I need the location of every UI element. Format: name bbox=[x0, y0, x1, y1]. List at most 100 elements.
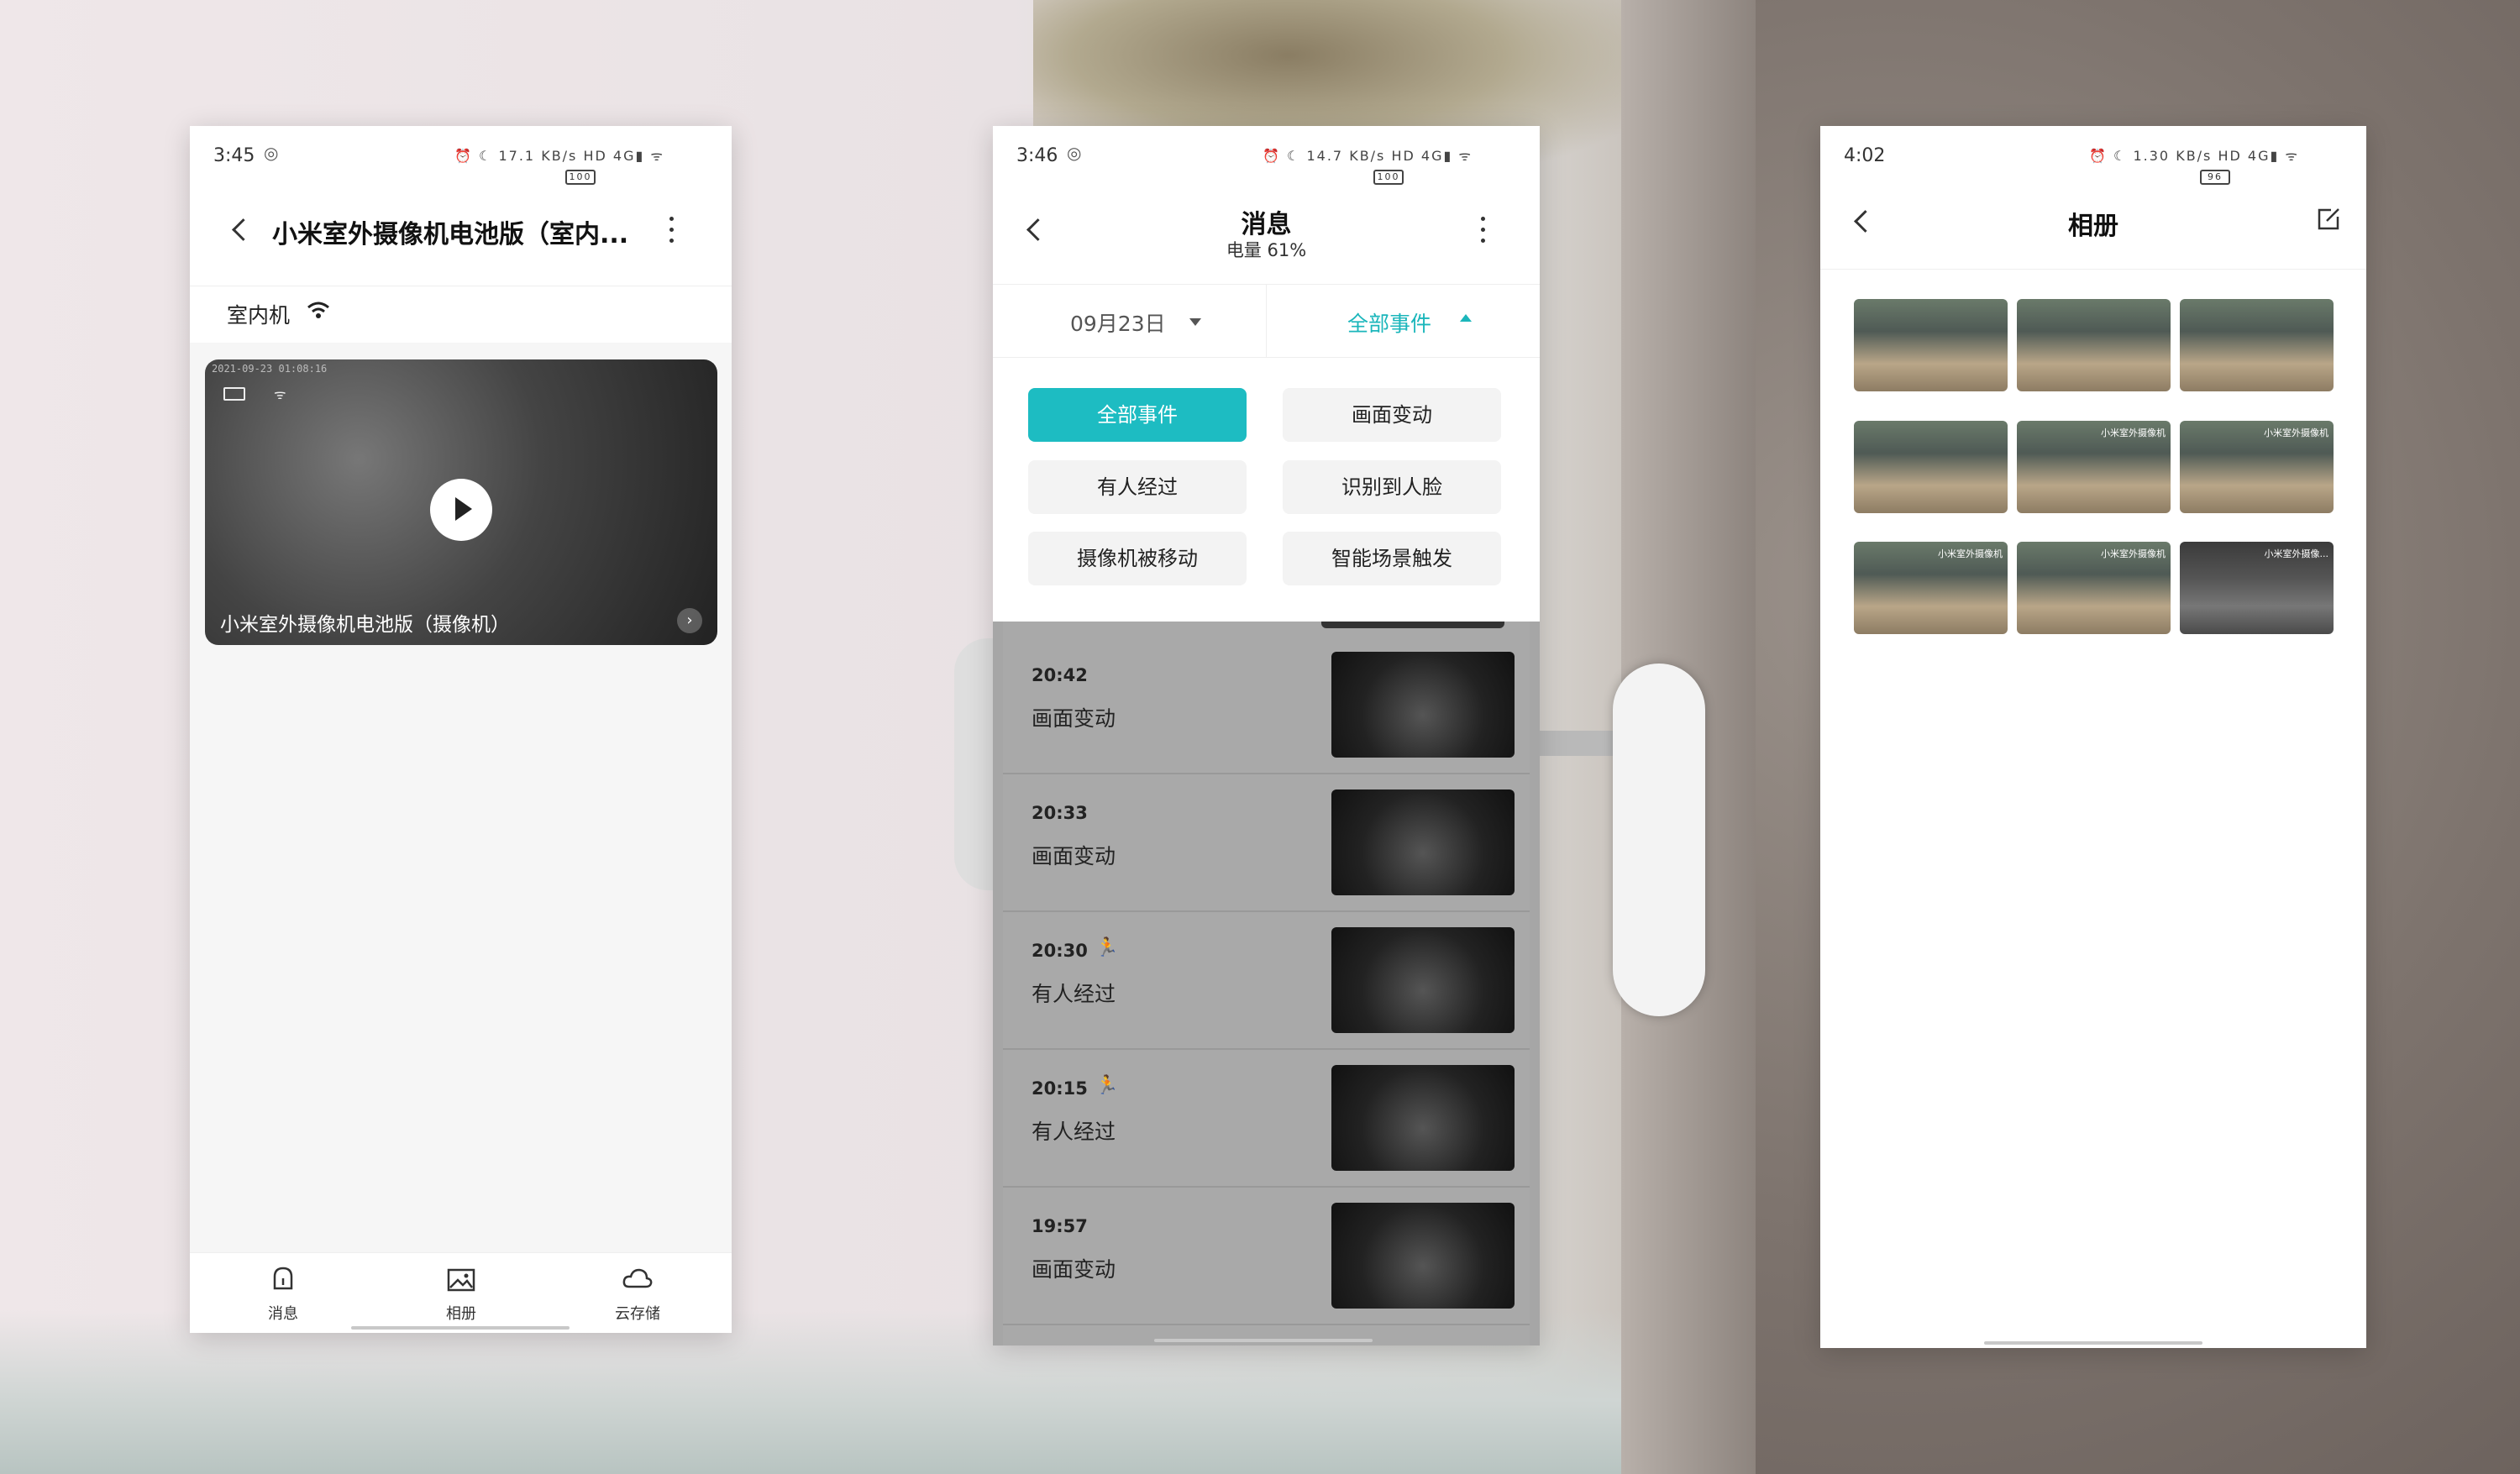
camera-wall-mount bbox=[1613, 664, 1705, 1016]
wifi-icon bbox=[307, 302, 329, 318]
home-indicator bbox=[351, 1326, 570, 1330]
camera-video-card[interactable]: 2021-09-23 01:08:16 ᯤ 小米室外摄像机电池版（摄像机） › bbox=[205, 359, 717, 645]
network-type: 4G bbox=[2247, 148, 2271, 164]
tab-album[interactable]: 相册 bbox=[415, 1262, 507, 1324]
battery-indicator: 96 bbox=[2200, 170, 2230, 185]
list-item[interactable]: 20:33 画面变动 bbox=[1003, 774, 1530, 912]
event-type: 有人经过 bbox=[1032, 1120, 1116, 1144]
more-menu-icon[interactable] bbox=[1474, 213, 1491, 247]
chip-person[interactable]: 有人经过 bbox=[1028, 460, 1247, 514]
event-thumbnail[interactable] bbox=[1331, 652, 1515, 758]
more-menu-icon[interactable] bbox=[663, 213, 680, 247]
list-item[interactable]: 20:30 🏃 有人经过 bbox=[1003, 912, 1530, 1050]
edit-icon[interactable] bbox=[2316, 207, 2341, 232]
album-thumbnail[interactable]: 小米室外摄像机 bbox=[2017, 542, 2171, 634]
album-thumbnail[interactable]: 小米室外摄像... bbox=[2180, 542, 2334, 634]
chevron-right-icon[interactable]: › bbox=[677, 608, 702, 633]
status-time: 4:02 bbox=[1844, 145, 1886, 166]
status-bar: 3:46 ◎ ⏰ ☾ 14.7 KB/s HD 4G▮ ᯤ 100 bbox=[993, 126, 1540, 185]
page-title: 消息 bbox=[1241, 210, 1292, 239]
running-person-icon: 🏃 bbox=[1095, 1075, 1119, 1096]
event-time: 20:15 bbox=[1032, 1078, 1088, 1099]
messages-screen: 20:42 画面变动 20:33 画面变动 20:30 🏃 有人经过 20:15… bbox=[993, 126, 1540, 1345]
album-thumbnail[interactable] bbox=[2017, 299, 2171, 391]
event-list: 20:42 画面变动 20:33 画面变动 20:30 🏃 有人经过 20:15… bbox=[1003, 622, 1530, 1345]
status-icons: ⏰ ☾ 1.30 KB/s HD 4G▮ ᯤ 96 bbox=[2089, 146, 2299, 185]
tab-messages[interactable]: 消息 bbox=[237, 1262, 329, 1324]
chat-icon: ◎ bbox=[1067, 143, 1082, 163]
back-icon[interactable] bbox=[223, 213, 257, 247]
event-type: 有人经过 bbox=[1032, 982, 1116, 1006]
battery-level: 电量 61% bbox=[1226, 240, 1307, 260]
date-filter[interactable]: 09月23日 bbox=[1070, 307, 1166, 338]
net-speed: 17.1 KB/s bbox=[498, 148, 578, 164]
bell-icon bbox=[273, 1267, 293, 1290]
status-icons: ⏰ ☾ 14.7 KB/s HD 4G▮ ᯤ 100 bbox=[1263, 146, 1473, 185]
status-bar: 4:02 ⏰ ☾ 1.30 KB/s HD 4G▮ ᯤ 96 bbox=[1820, 126, 2366, 185]
event-thumbnail[interactable] bbox=[1331, 1203, 1515, 1309]
album-screen: 4:02 ⏰ ☾ 1.30 KB/s HD 4G▮ ᯤ 96 相册 小米室外摄像… bbox=[1820, 126, 2366, 1348]
tab-label: 相册 bbox=[446, 1305, 476, 1323]
battery-indicator: 100 bbox=[1373, 170, 1404, 185]
partial-thumbnail bbox=[1321, 622, 1504, 628]
bottom-tab-bar: 消息 相册 云存储 bbox=[190, 1252, 732, 1333]
album-icon bbox=[447, 1268, 475, 1292]
list-item[interactable]: 20:42 画面变动 bbox=[1003, 637, 1530, 774]
network-type: 4G bbox=[612, 148, 636, 164]
album-thumbnail[interactable]: 小米室外摄像机 bbox=[1854, 542, 2008, 634]
event-thumbnail[interactable] bbox=[1331, 789, 1515, 895]
event-time: 20:30 bbox=[1032, 941, 1088, 961]
chip-face[interactable]: 识别到人脸 bbox=[1283, 460, 1501, 514]
video-caption: 小米室外摄像机电池版（摄像机） bbox=[220, 614, 510, 636]
net-speed: 1.30 KB/s bbox=[2133, 148, 2213, 164]
album-thumbnail[interactable] bbox=[1854, 421, 2008, 513]
network-type: 4G bbox=[1420, 148, 1444, 164]
event-time: 19:57 bbox=[1032, 1216, 1088, 1236]
divider bbox=[1266, 285, 1267, 357]
event-time: 20:33 bbox=[1032, 803, 1088, 823]
status-bar: 3:45 ◎ ⏰ ☾ 17.1 KB/s HD 4G▮ ᯤ 100 bbox=[190, 126, 732, 185]
event-time: 20:42 bbox=[1032, 665, 1088, 685]
album-thumbnail[interactable] bbox=[1854, 299, 2008, 391]
list-item[interactable]: 20:15 🏃 有人经过 bbox=[1003, 1050, 1530, 1188]
chip-smart-scene[interactable]: 智能场景触发 bbox=[1283, 532, 1501, 585]
camera-wifi-icon: ᯤ bbox=[274, 386, 286, 402]
home-indicator bbox=[1154, 1339, 1373, 1342]
tab-cloud-storage[interactable]: 云存储 bbox=[591, 1262, 684, 1324]
chip-all-events[interactable]: 全部事件 bbox=[1028, 388, 1247, 442]
event-type: 画面变动 bbox=[1032, 1257, 1116, 1282]
status-time: 3:45 bbox=[213, 145, 255, 166]
page-title: 相册 bbox=[2068, 212, 2118, 241]
page-title: 小米室外摄像机电池版（室内... bbox=[272, 220, 629, 249]
event-type: 画面变动 bbox=[1032, 706, 1116, 731]
chip-motion[interactable]: 画面变动 bbox=[1283, 388, 1501, 442]
play-button[interactable] bbox=[430, 479, 492, 541]
tab-label: 消息 bbox=[268, 1305, 298, 1323]
event-filter[interactable]: 全部事件 bbox=[1347, 307, 1431, 338]
cloud-icon bbox=[622, 1268, 653, 1288]
home-indicator bbox=[1984, 1341, 2202, 1345]
filter-bar: 09月23日 全部事件 bbox=[993, 284, 1540, 358]
chip-camera-moved[interactable]: 摄像机被移动 bbox=[1028, 532, 1247, 585]
caret-down-icon[interactable] bbox=[1189, 318, 1201, 326]
status-time: 3:46 bbox=[1016, 145, 1058, 166]
event-thumbnail[interactable] bbox=[1331, 927, 1515, 1033]
album-thumbnail[interactable] bbox=[2180, 299, 2334, 391]
chat-icon: ◎ bbox=[264, 143, 279, 163]
album-thumbnail[interactable]: 小米室外摄像机 bbox=[2180, 421, 2334, 513]
running-person-icon: 🏃 bbox=[1095, 937, 1119, 958]
battery-indicator: 100 bbox=[565, 170, 596, 185]
section-label: 室内机 bbox=[227, 303, 291, 328]
tab-label: 云存储 bbox=[615, 1305, 660, 1323]
list-item[interactable]: 19:57 画面变动 bbox=[1003, 1188, 1530, 1325]
event-thumbnail[interactable] bbox=[1331, 1065, 1515, 1171]
video-timestamp: 2021-09-23 01:08:16 bbox=[212, 363, 328, 375]
net-speed: 14.7 KB/s bbox=[1306, 148, 1386, 164]
album-thumbnail[interactable]: 小米室外摄像机 bbox=[2017, 421, 2171, 513]
camera-battery-icon bbox=[223, 387, 245, 401]
status-icons: ⏰ ☾ 17.1 KB/s HD 4G▮ ᯤ 100 bbox=[454, 146, 664, 185]
device-home-screen: 3:45 ◎ ⏰ ☾ 17.1 KB/s HD 4G▮ ᯤ 100 小米室外摄像… bbox=[190, 126, 732, 1333]
event-type: 画面变动 bbox=[1032, 844, 1116, 868]
messages-header-panel: 3:46 ◎ ⏰ ☾ 14.7 KB/s HD 4G▮ ᯤ 100 消息 电量 … bbox=[993, 126, 1540, 622]
caret-up-icon[interactable] bbox=[1460, 314, 1472, 322]
